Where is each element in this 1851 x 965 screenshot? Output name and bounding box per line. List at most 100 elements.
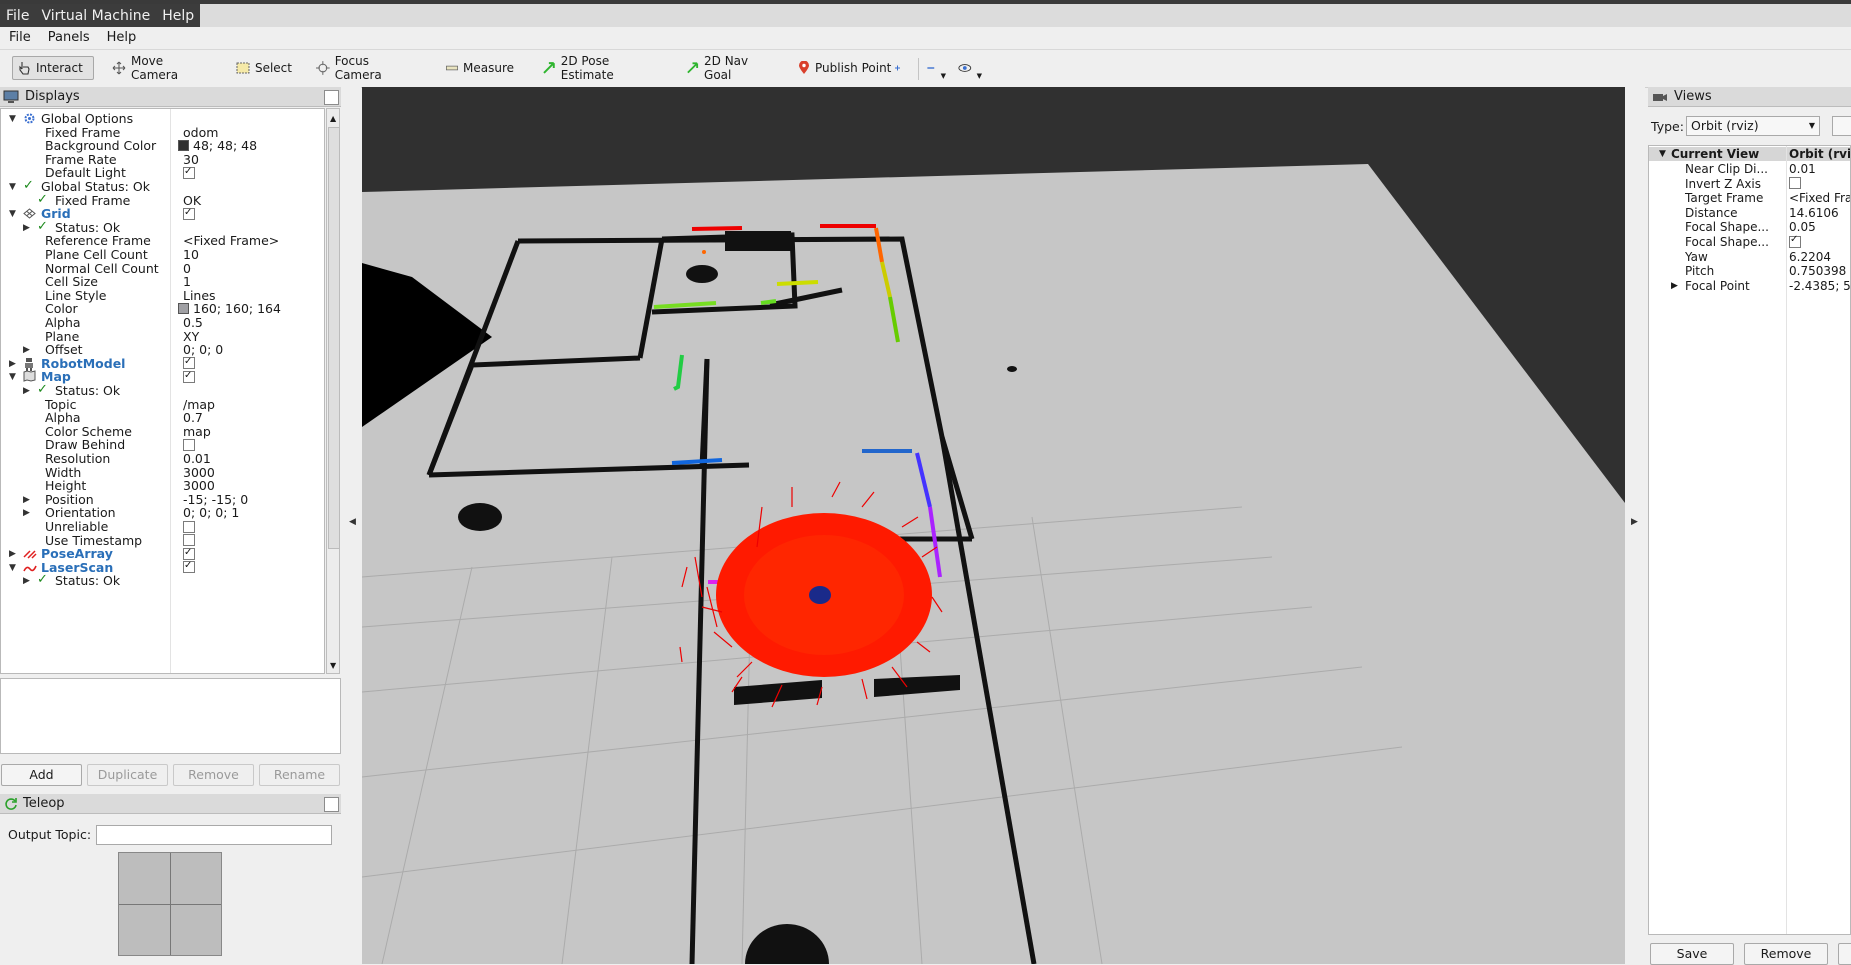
status-ok-check-icon: ✓ xyxy=(23,178,34,193)
view-property-row[interactable]: Pitch 0.750398 xyxy=(1649,264,1850,279)
view-property-value-cell[interactable] xyxy=(1789,233,1801,249)
scroll-up-icon[interactable]: ▲ xyxy=(330,114,336,123)
view-checkbox[interactable] xyxy=(1789,233,1801,248)
move-camera-tool-button[interactable]: Move Camera xyxy=(108,54,218,82)
collapse-left-icon[interactable]: ◀ xyxy=(349,517,356,527)
view-properties-tree: ▼ Current View Orbit (rviz)Near Clip Di.… xyxy=(1648,145,1851,935)
toolbar: Interact Move Camera Select Focus Camera… xyxy=(0,50,1851,88)
scroll-thumb[interactable] xyxy=(328,127,340,549)
map-pin-icon xyxy=(799,61,809,74)
displays-panel-close-button[interactable] xyxy=(324,90,339,105)
view-property-value: -2.4385; 5. xyxy=(1789,278,1851,293)
view-property-row[interactable]: Distance 14.6106 xyxy=(1649,206,1850,220)
add-display-button[interactable]: Add xyxy=(1,764,82,786)
view-property-row[interactable]: ▶ Focal Point -2.4385; 5. xyxy=(1649,278,1851,293)
views-title: Views xyxy=(1674,89,1712,104)
view-property-row[interactable]: Near Clip Di... 0.01 xyxy=(1649,162,1850,176)
nav-goal-tool-button[interactable]: 2D Nav Goal xyxy=(682,54,778,82)
status-ok-check-icon: ✓ xyxy=(37,191,48,207)
hand-pointer-icon xyxy=(19,62,30,75)
view-property-value-cell[interactable]: 0.01 xyxy=(1789,162,1816,176)
remove-display-button[interactable]: Remove xyxy=(173,764,254,786)
displays-scrollbar[interactable]: ▲ ▼ xyxy=(326,108,340,674)
views-panel: Views Type: Orbit (rviz) ▼ ▼ Current Vie… xyxy=(1648,87,1851,965)
3d-viewport[interactable] xyxy=(362,87,1625,964)
displays-panel-header: Displays xyxy=(0,87,341,107)
pose-estimate-tool-button[interactable]: 2D Pose Estimate xyxy=(538,54,668,82)
view-property-value-cell[interactable]: 14.6106 xyxy=(1789,206,1839,220)
select-tool-button[interactable]: Select xyxy=(232,56,296,80)
rename-view-button[interactable] xyxy=(1838,943,1851,965)
display-checkbox[interactable] xyxy=(183,438,195,451)
publish-point-label: Publish Point xyxy=(815,61,892,75)
display-checkbox[interactable] xyxy=(183,368,195,384)
scroll-down-icon[interactable]: ▼ xyxy=(330,661,336,670)
view-checkbox[interactable] xyxy=(1789,177,1801,190)
ruler-icon xyxy=(446,65,458,71)
duplicate-display-button[interactable]: Duplicate xyxy=(87,764,168,786)
measure-tool-button[interactable]: Measure xyxy=(442,56,518,80)
teleop-panel-close-button[interactable] xyxy=(324,797,339,812)
add-tool-button[interactable] xyxy=(890,56,910,80)
move-camera-label: Move Camera xyxy=(130,54,179,82)
view-property-row[interactable]: Yaw 6.2204 xyxy=(1649,250,1850,264)
column-separator xyxy=(1786,146,1787,934)
vm-menu-virtual-machine[interactable]: Virtual Machine xyxy=(35,4,156,27)
menu-panels[interactable]: Panels xyxy=(39,27,98,49)
output-topic-label: Output Topic: xyxy=(8,827,92,842)
remove-tool-button[interactable]: ▼ xyxy=(922,56,950,80)
view-property-row[interactable]: Focal Shape... xyxy=(1649,233,1850,249)
views-panel-header: Views xyxy=(1648,87,1851,107)
view-property-value-cell[interactable]: <Fixed Fra xyxy=(1789,191,1850,205)
view-property-row[interactable]: Invert Z Axis xyxy=(1649,176,1850,191)
teleop-joystick-pad[interactable] xyxy=(118,852,222,956)
display-tree-row[interactable]: ▶ ✓ Status: Ok xyxy=(1,572,324,589)
dropdown-arrow-icon: ▼ xyxy=(940,72,946,80)
display-description-box xyxy=(0,678,341,754)
grid-icon xyxy=(23,208,36,219)
view-property-value-cell[interactable]: 6.2204 xyxy=(1789,250,1831,264)
vm-menu-file[interactable]: File xyxy=(0,4,35,27)
view-property-value-cell[interactable] xyxy=(1789,177,1801,191)
publish-point-tool-button[interactable]: Publish Point xyxy=(794,56,902,80)
menu-help[interactable]: Help xyxy=(98,27,145,49)
display-checkbox[interactable] xyxy=(183,164,195,180)
rename-display-button[interactable]: Rename xyxy=(259,764,340,786)
view-property-name: Invert Z Axis xyxy=(1685,176,1762,191)
menu-file[interactable]: File xyxy=(0,27,39,49)
remove-view-button[interactable]: Remove xyxy=(1744,943,1828,965)
display-checkbox[interactable] xyxy=(183,558,195,574)
color-swatch[interactable] xyxy=(178,140,189,152)
select-box-icon xyxy=(236,62,250,74)
vm-menu-help[interactable]: Help xyxy=(156,4,200,27)
save-view-button[interactable]: Save xyxy=(1650,943,1734,965)
teleop-title: Teleop xyxy=(23,796,65,811)
color-swatch[interactable] xyxy=(178,303,189,315)
focus-camera-tool-button[interactable]: Focus Camera xyxy=(312,54,422,82)
plus-icon xyxy=(895,65,900,71)
gear-icon xyxy=(24,113,35,124)
right-splitter[interactable]: ▶ xyxy=(1625,87,1645,964)
expand-right-icon[interactable]: ▶ xyxy=(23,573,30,589)
view-property-row[interactable]: Target Frame <Fixed Fra xyxy=(1649,191,1850,205)
expand-down-icon[interactable]: ▼ xyxy=(1659,147,1666,161)
view-property-value: 14.6106 xyxy=(1789,205,1839,220)
camera-type-button[interactable]: ▼ xyxy=(954,56,986,80)
display-checkbox[interactable] xyxy=(183,520,195,533)
view-property-name: Pitch xyxy=(1685,264,1715,279)
current-view-header-row[interactable]: ▼ Current View Orbit (rviz) xyxy=(1649,147,1850,161)
collapse-right-icon[interactable]: ▶ xyxy=(1631,517,1638,527)
output-topic-input[interactable] xyxy=(96,825,332,845)
left-splitter[interactable]: ◀ xyxy=(341,87,361,964)
pose-estimate-label: 2D Pose Estimate xyxy=(560,54,614,82)
expand-right-icon[interactable]: ▶ xyxy=(1671,279,1678,293)
view-type-select[interactable]: Orbit (rviz) ▼ xyxy=(1686,116,1820,136)
zero-view-button[interactable] xyxy=(1832,116,1851,136)
view-type-value: Orbit (rviz) xyxy=(1691,118,1759,133)
display-checkbox[interactable] xyxy=(183,205,195,221)
view-property-value-cell[interactable]: 0.750398 xyxy=(1789,264,1846,278)
interact-tool-button[interactable]: Interact xyxy=(12,56,94,80)
view-property-value-cell[interactable]: -2.4385; 5. xyxy=(1789,278,1851,293)
view-property-row[interactable]: Focal Shape... 0.05 xyxy=(1649,220,1850,235)
view-property-name: Focal Shape... xyxy=(1685,220,1769,235)
